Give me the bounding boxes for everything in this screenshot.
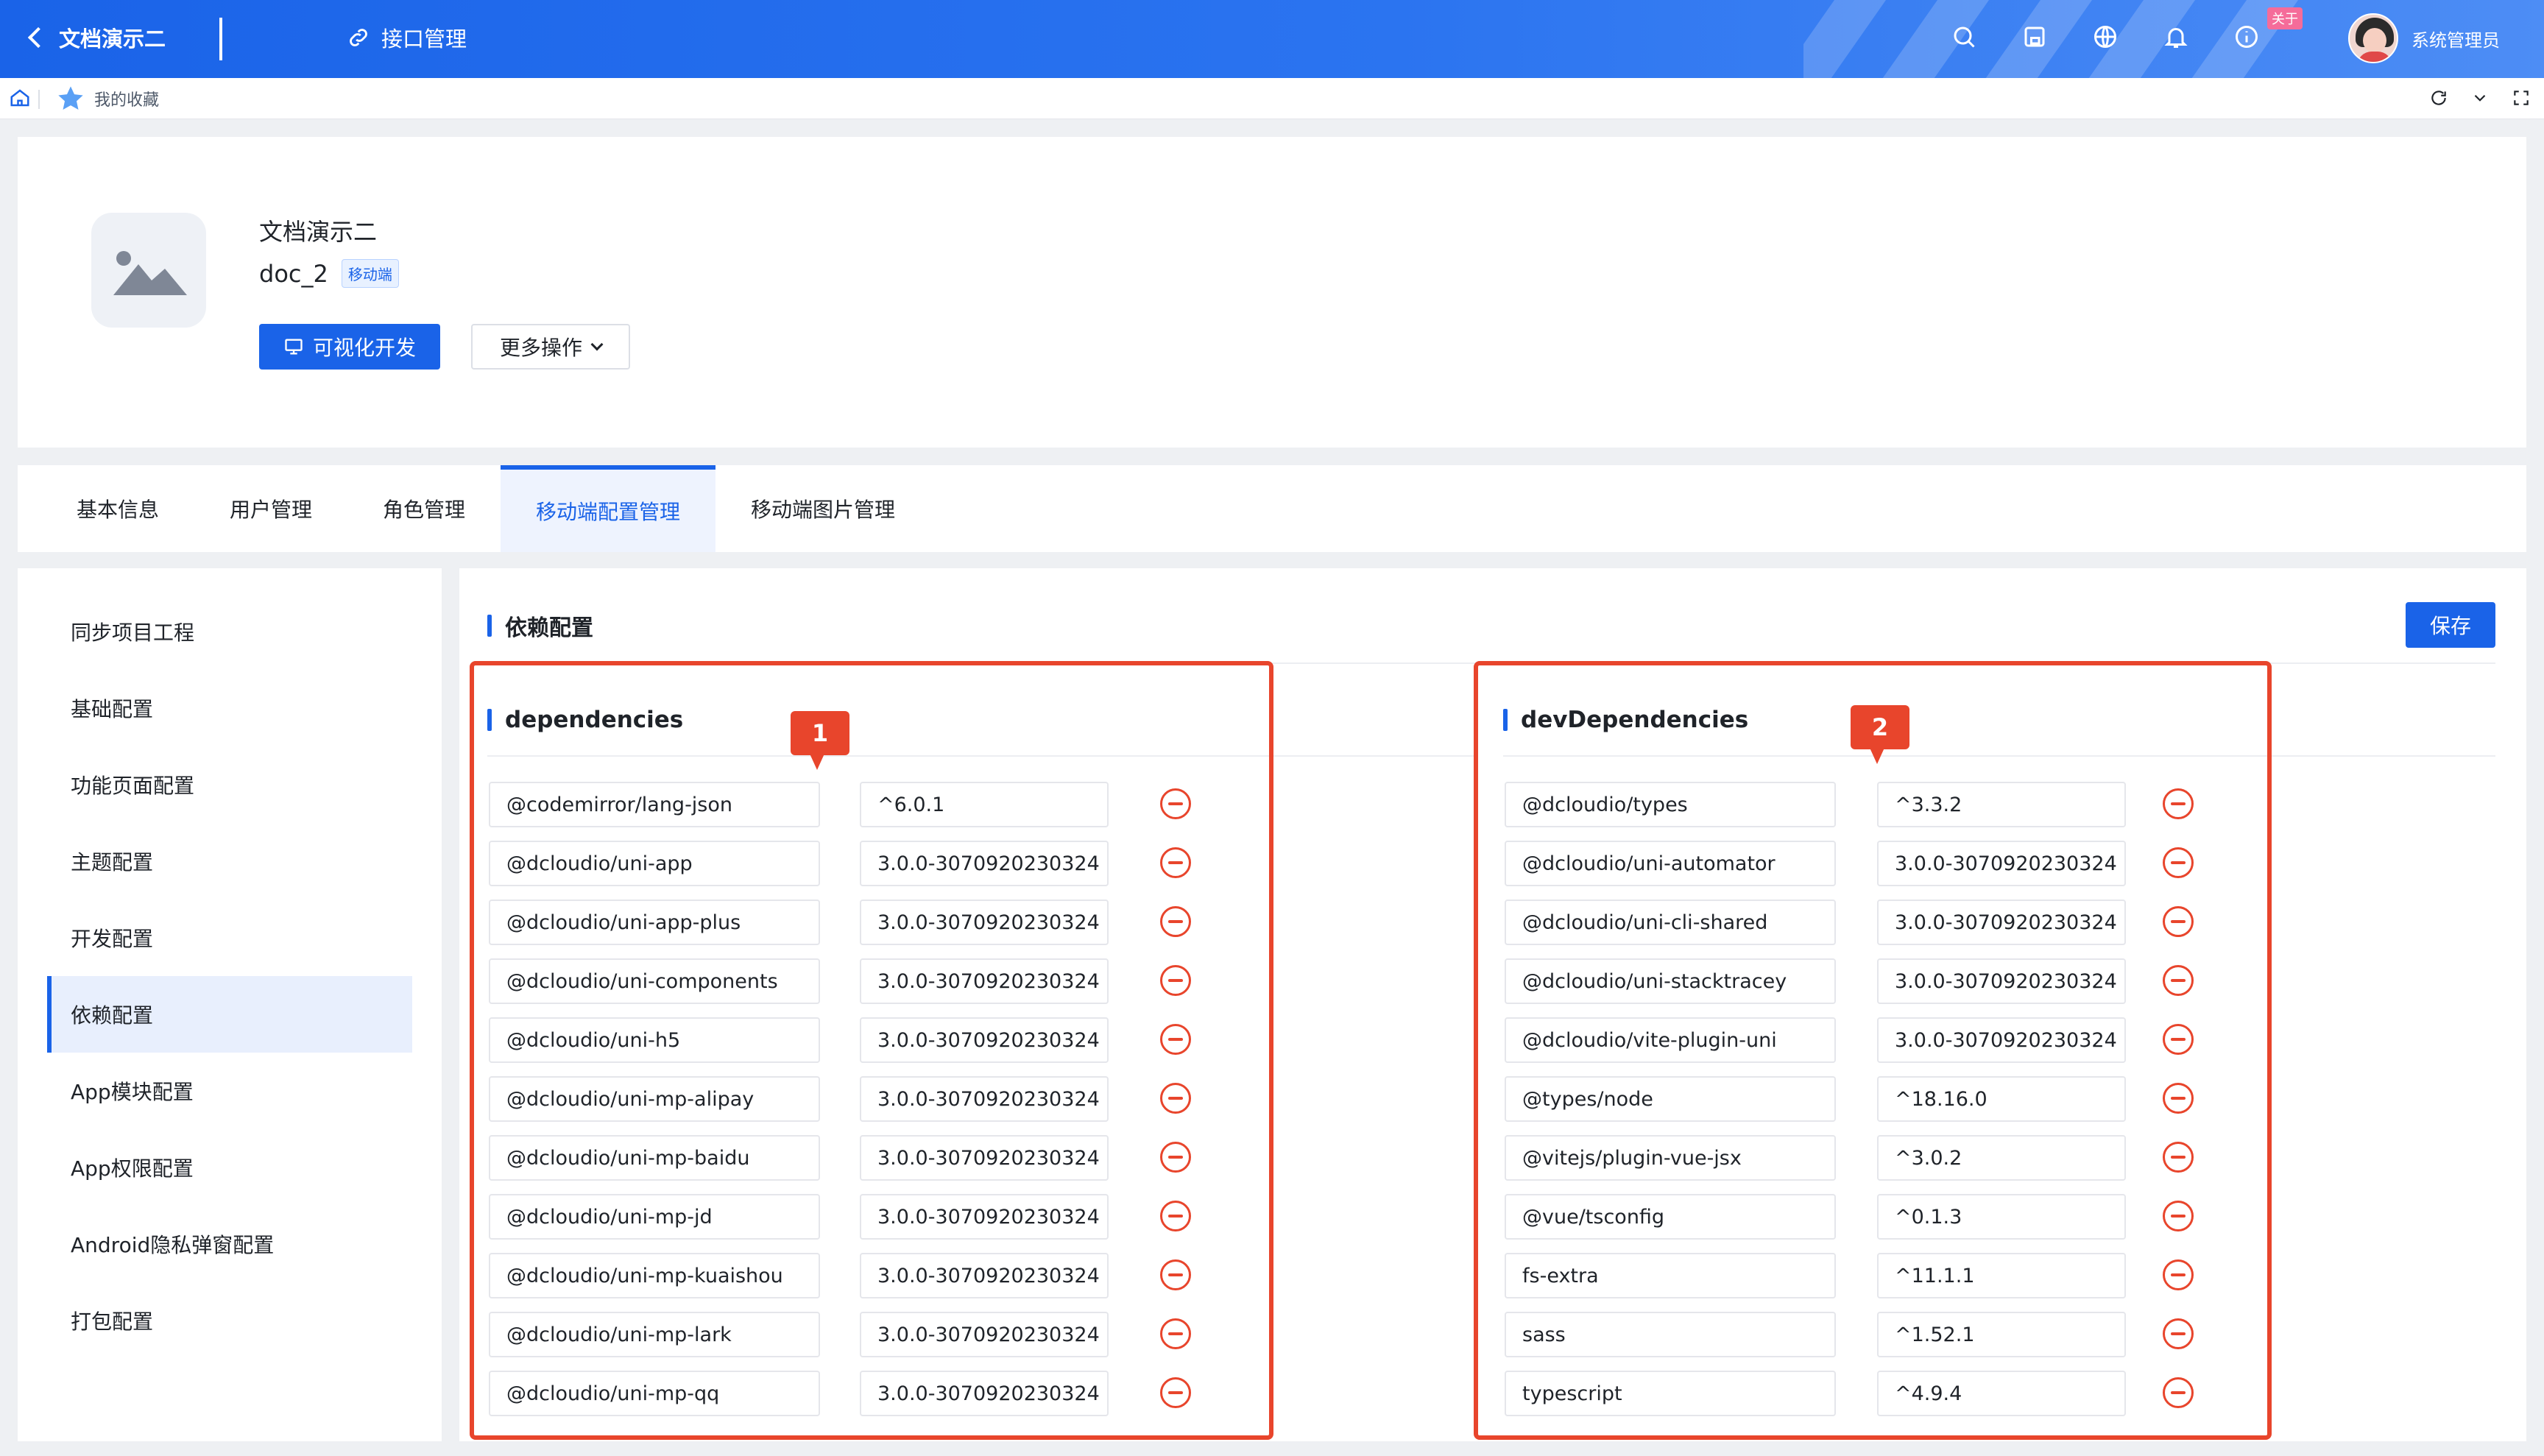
about-badge: 关于 — [2267, 7, 2303, 29]
back-button[interactable]: 文档演示二 — [25, 22, 166, 53]
sidebar-item-dependency-config[interactable]: 依赖配置 — [47, 976, 412, 1053]
tab-user-management[interactable]: 用户管理 — [230, 465, 312, 552]
monitor-icon — [285, 339, 303, 355]
sidebar-item-android-privacy[interactable]: Android隐私弹窗配置 — [47, 1206, 412, 1282]
sidebar-item-theme-config[interactable]: 主题配置 — [47, 823, 412, 900]
project-name: 文档演示二 — [259, 218, 378, 246]
image-icon — [113, 251, 187, 295]
more-actions-dropdown[interactable]: 更多操作 — [471, 324, 630, 370]
avatar — [2348, 13, 2398, 63]
user-menu[interactable]: 系统管理员 — [2348, 13, 2500, 63]
bell-icon[interactable] — [2163, 24, 2189, 50]
favorites-tab[interactable]: 我的收藏 — [56, 84, 159, 113]
sidebar-item-page-config[interactable]: 功能页面配置 — [47, 746, 412, 823]
api-management-label: 接口管理 — [381, 26, 467, 52]
annotation-marker-2: 2 — [1851, 705, 1909, 764]
sidebar-item-sync-project[interactable]: 同步项目工程 — [47, 593, 412, 670]
sidebar-item-dev-config[interactable]: 开发配置 — [47, 900, 412, 976]
api-management-link[interactable]: 接口管理 — [346, 22, 467, 53]
header-divider — [219, 18, 222, 60]
save-button[interactable]: 保存 — [2406, 602, 2495, 648]
link-icon — [350, 29, 367, 46]
home-icon[interactable] — [9, 87, 31, 112]
globe-icon[interactable] — [2092, 24, 2119, 50]
top-navigation-bar: 文档演示二 接口管理 关于 系统管理员 — [0, 0, 2544, 78]
username: 系统管理员 — [2412, 29, 2500, 51]
app-title: 文档演示二 — [59, 26, 166, 52]
platform-tag: 移动端 — [341, 259, 399, 288]
project-image-placeholder — [91, 213, 206, 328]
fullscreen-icon[interactable] — [2512, 88, 2531, 107]
tab-role-management[interactable]: 角色管理 — [383, 465, 465, 552]
tab-mobile-config[interactable]: 移动端配置管理 — [501, 465, 716, 552]
search-icon[interactable] — [1951, 24, 1977, 50]
sidebar-item-build-config[interactable]: 打包配置 — [47, 1282, 412, 1359]
section-title: 依赖配置 — [487, 609, 593, 642]
chevron-left-icon — [27, 26, 49, 49]
visual-dev-label: 可视化开发 — [312, 336, 416, 359]
config-sidebar: 同步项目工程 基础配置 功能页面配置 主题配置 开发配置 依赖配置 App模块配… — [18, 568, 442, 1441]
sidebar-item-basic-config[interactable]: 基础配置 — [47, 670, 412, 746]
star-icon — [58, 86, 83, 110]
info-icon[interactable] — [2233, 24, 2260, 50]
sidebar-item-app-modules[interactable]: App模块配置 — [47, 1053, 412, 1129]
chevron-down-icon[interactable] — [2470, 88, 2490, 107]
visual-dev-button[interactable]: 可视化开发 — [259, 324, 440, 370]
favorites-label: 我的收藏 — [94, 91, 160, 110]
layout-icon[interactable] — [2021, 24, 2048, 50]
project-code: doc_2 — [259, 259, 328, 288]
tab-basic-info[interactable]: 基本信息 — [77, 465, 159, 552]
annotation-marker-1: 1 — [791, 711, 849, 770]
config-tabs: 基本信息 用户管理 角色管理 移动端配置管理 移动端图片管理 — [18, 465, 2526, 552]
tab-mobile-images[interactable]: 移动端图片管理 — [751, 465, 895, 552]
dependency-config-panel: 依赖配置 保存 dependencies @codemirror/lang-js… — [459, 568, 2526, 1441]
annotation-box-2 — [1474, 661, 2272, 1440]
sidebar-item-app-permissions[interactable]: App权限配置 — [47, 1129, 412, 1206]
more-actions-label: 更多操作 — [499, 336, 582, 359]
chevron-down-icon — [590, 338, 604, 351]
refresh-icon[interactable] — [2429, 88, 2448, 107]
project-card: 文档演示二 doc_2 移动端 可视化开发 更多操作 — [18, 137, 2526, 448]
annotation-box-1 — [470, 661, 1273, 1440]
tab-bar: 我的收藏 — [0, 78, 2544, 119]
